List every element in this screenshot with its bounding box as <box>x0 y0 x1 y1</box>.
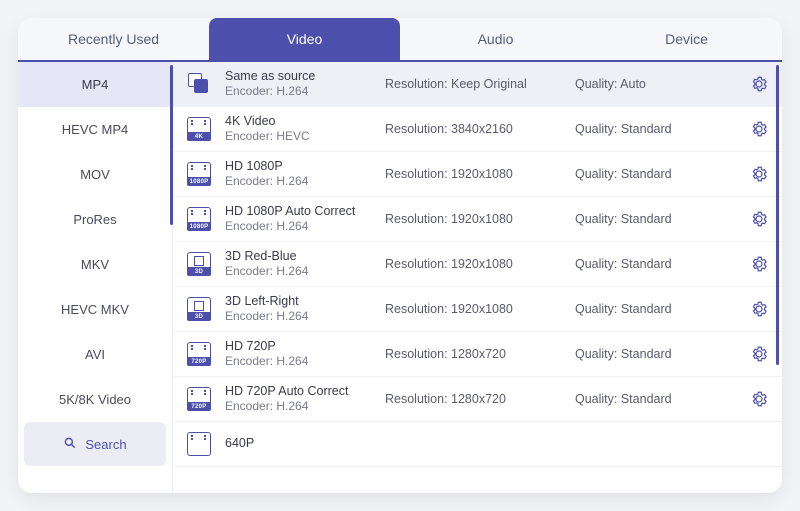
gear-icon[interactable] <box>750 345 768 363</box>
preset-text: 3D Left-RightEncoder: H.264 <box>225 294 385 325</box>
preset-quality: Quality: Standard <box>575 212 750 226</box>
preset-icon: 720P <box>183 383 215 415</box>
preset-title: HD 720P <box>225 339 385 355</box>
format-item-avi[interactable]: AVI <box>18 332 172 377</box>
preset-title: 640P <box>225 436 385 452</box>
gear-icon[interactable] <box>750 255 768 273</box>
preset-row[interactable]: 1080P HD 1080PEncoder: H.264Resolution: 1… <box>173 152 782 197</box>
tab-device[interactable]: Device <box>591 18 782 60</box>
preset-icon: 4K <box>183 113 215 145</box>
preset-encoder: Encoder: H.264 <box>225 174 385 189</box>
preset-row[interactable]: 640P <box>173 422 782 467</box>
gear-icon[interactable] <box>750 300 768 318</box>
cube-3d-icon: 3D <box>187 297 211 321</box>
film-icon: 720P <box>187 387 211 411</box>
format-item-mkv[interactable]: MKV <box>18 242 172 287</box>
preset-row[interactable]: 3D 3D Red-BlueEncoder: H.264Resolution: 1… <box>173 242 782 287</box>
gear-icon[interactable] <box>750 210 768 228</box>
preset-row[interactable]: 3D 3D Left-RightEncoder: H.264Resolution:… <box>173 287 782 332</box>
preset-text: HD 1080P Auto CorrectEncoder: H.264 <box>225 204 385 235</box>
preset-row[interactable]: 720P HD 720PEncoder: H.264Resolution: 128… <box>173 332 782 377</box>
preset-icon <box>183 428 215 460</box>
preset-text: HD 720PEncoder: H.264 <box>225 339 385 370</box>
preset-quality: Quality: Standard <box>575 302 750 316</box>
preset-title: Same as source <box>225 69 385 85</box>
format-item-prores[interactable]: ProRes <box>18 197 172 242</box>
format-sidebar: MP4 HEVC MP4 MOV ProRes MKV HEVC MKV AVI… <box>18 62 173 493</box>
preset-quality: Quality: Standard <box>575 257 750 271</box>
gear-icon[interactable] <box>750 120 768 138</box>
preset-title: 3D Red-Blue <box>225 249 385 265</box>
gear-icon[interactable] <box>750 390 768 408</box>
format-picker-window: Recently Used Video Audio Device MP4 HEV… <box>18 18 782 493</box>
preset-row[interactable]: Same as sourceEncoder: H.264Resolution: … <box>173 62 782 107</box>
preset-text: 4K VideoEncoder: HEVC <box>225 114 385 145</box>
format-item-mov[interactable]: MOV <box>18 152 172 197</box>
preset-encoder: Encoder: H.264 <box>225 399 385 414</box>
preset-title: HD 1080P Auto Correct <box>225 204 385 220</box>
preset-text: 640P <box>225 436 385 452</box>
preset-resolution: Resolution: 1920x1080 <box>385 257 575 271</box>
preset-row[interactable]: 720P HD 720P Auto CorrectEncoder: H.264Re… <box>173 377 782 422</box>
preset-quality: Quality: Standard <box>575 122 750 136</box>
tab-audio[interactable]: Audio <box>400 18 591 60</box>
preset-icon: 1080P <box>183 158 215 190</box>
preset-title: HD 1080P <box>225 159 385 175</box>
film-icon: 720P <box>187 342 211 366</box>
film-icon <box>187 432 211 456</box>
gear-icon[interactable] <box>750 165 768 183</box>
preset-icon <box>183 68 215 100</box>
preset-resolution: Resolution: 1280x720 <box>385 347 575 361</box>
body: MP4 HEVC MP4 MOV ProRes MKV HEVC MKV AVI… <box>18 62 782 493</box>
tab-video[interactable]: Video <box>209 18 400 60</box>
preset-text: Same as sourceEncoder: H.264 <box>225 69 385 100</box>
preset-encoder: Encoder: H.264 <box>225 264 385 279</box>
copy-icon <box>188 73 210 95</box>
film-icon: 4K <box>187 117 211 141</box>
search-icon <box>63 436 77 453</box>
preset-text: 3D Red-BlueEncoder: H.264 <box>225 249 385 280</box>
format-item-5k8k[interactable]: 5K/8K Video <box>18 377 172 422</box>
film-icon: 1080P <box>187 162 211 186</box>
preset-encoder: Encoder: H.264 <box>225 354 385 369</box>
format-item-hevc-mkv[interactable]: HEVC MKV <box>18 287 172 332</box>
preset-resolution: Resolution: 3840x2160 <box>385 122 575 136</box>
preset-resolution: Resolution: 1920x1080 <box>385 302 575 316</box>
preset-scrollbar[interactable] <box>776 65 779 365</box>
top-tabbar: Recently Used Video Audio Device <box>18 18 782 62</box>
preset-resolution: Resolution: 1920x1080 <box>385 167 575 181</box>
gear-icon[interactable] <box>750 75 768 93</box>
preset-encoder: Encoder: H.264 <box>225 309 385 324</box>
format-item-hevc-mp4[interactable]: HEVC MP4 <box>18 107 172 152</box>
preset-title: 4K Video <box>225 114 385 130</box>
preset-resolution: Resolution: 1920x1080 <box>385 212 575 226</box>
preset-text: HD 720P Auto CorrectEncoder: H.264 <box>225 384 385 415</box>
preset-encoder: Encoder: H.264 <box>225 219 385 234</box>
preset-icon: 1080P <box>183 203 215 235</box>
film-icon: 1080P <box>187 207 211 231</box>
preset-row[interactable]: 4K 4K VideoEncoder: HEVCResolution: 3840x… <box>173 107 782 152</box>
preset-quality: Quality: Standard <box>575 167 750 181</box>
preset-list: Same as sourceEncoder: H.264Resolution: … <box>173 62 782 493</box>
cube-3d-icon: 3D <box>187 252 211 276</box>
format-item-mp4[interactable]: MP4 <box>18 62 172 107</box>
preset-quality: Quality: Standard <box>575 347 750 361</box>
preset-title: 3D Left-Right <box>225 294 385 310</box>
search-label: Search <box>85 437 126 452</box>
tab-recently-used[interactable]: Recently Used <box>18 18 209 60</box>
preset-resolution: Resolution: 1280x720 <box>385 392 575 406</box>
preset-resolution: Resolution: Keep Original <box>385 77 575 91</box>
preset-title: HD 720P Auto Correct <box>225 384 385 400</box>
search-button[interactable]: Search <box>24 422 166 466</box>
preset-icon: 720P <box>183 338 215 370</box>
preset-row[interactable]: 1080P HD 1080P Auto CorrectEncoder: H.264… <box>173 197 782 242</box>
preset-text: HD 1080PEncoder: H.264 <box>225 159 385 190</box>
preset-quality: Quality: Auto <box>575 77 750 91</box>
preset-icon: 3D <box>183 293 215 325</box>
preset-icon: 3D <box>183 248 215 280</box>
preset-quality: Quality: Standard <box>575 392 750 406</box>
preset-encoder: Encoder: HEVC <box>225 129 385 144</box>
preset-encoder: Encoder: H.264 <box>225 84 385 99</box>
